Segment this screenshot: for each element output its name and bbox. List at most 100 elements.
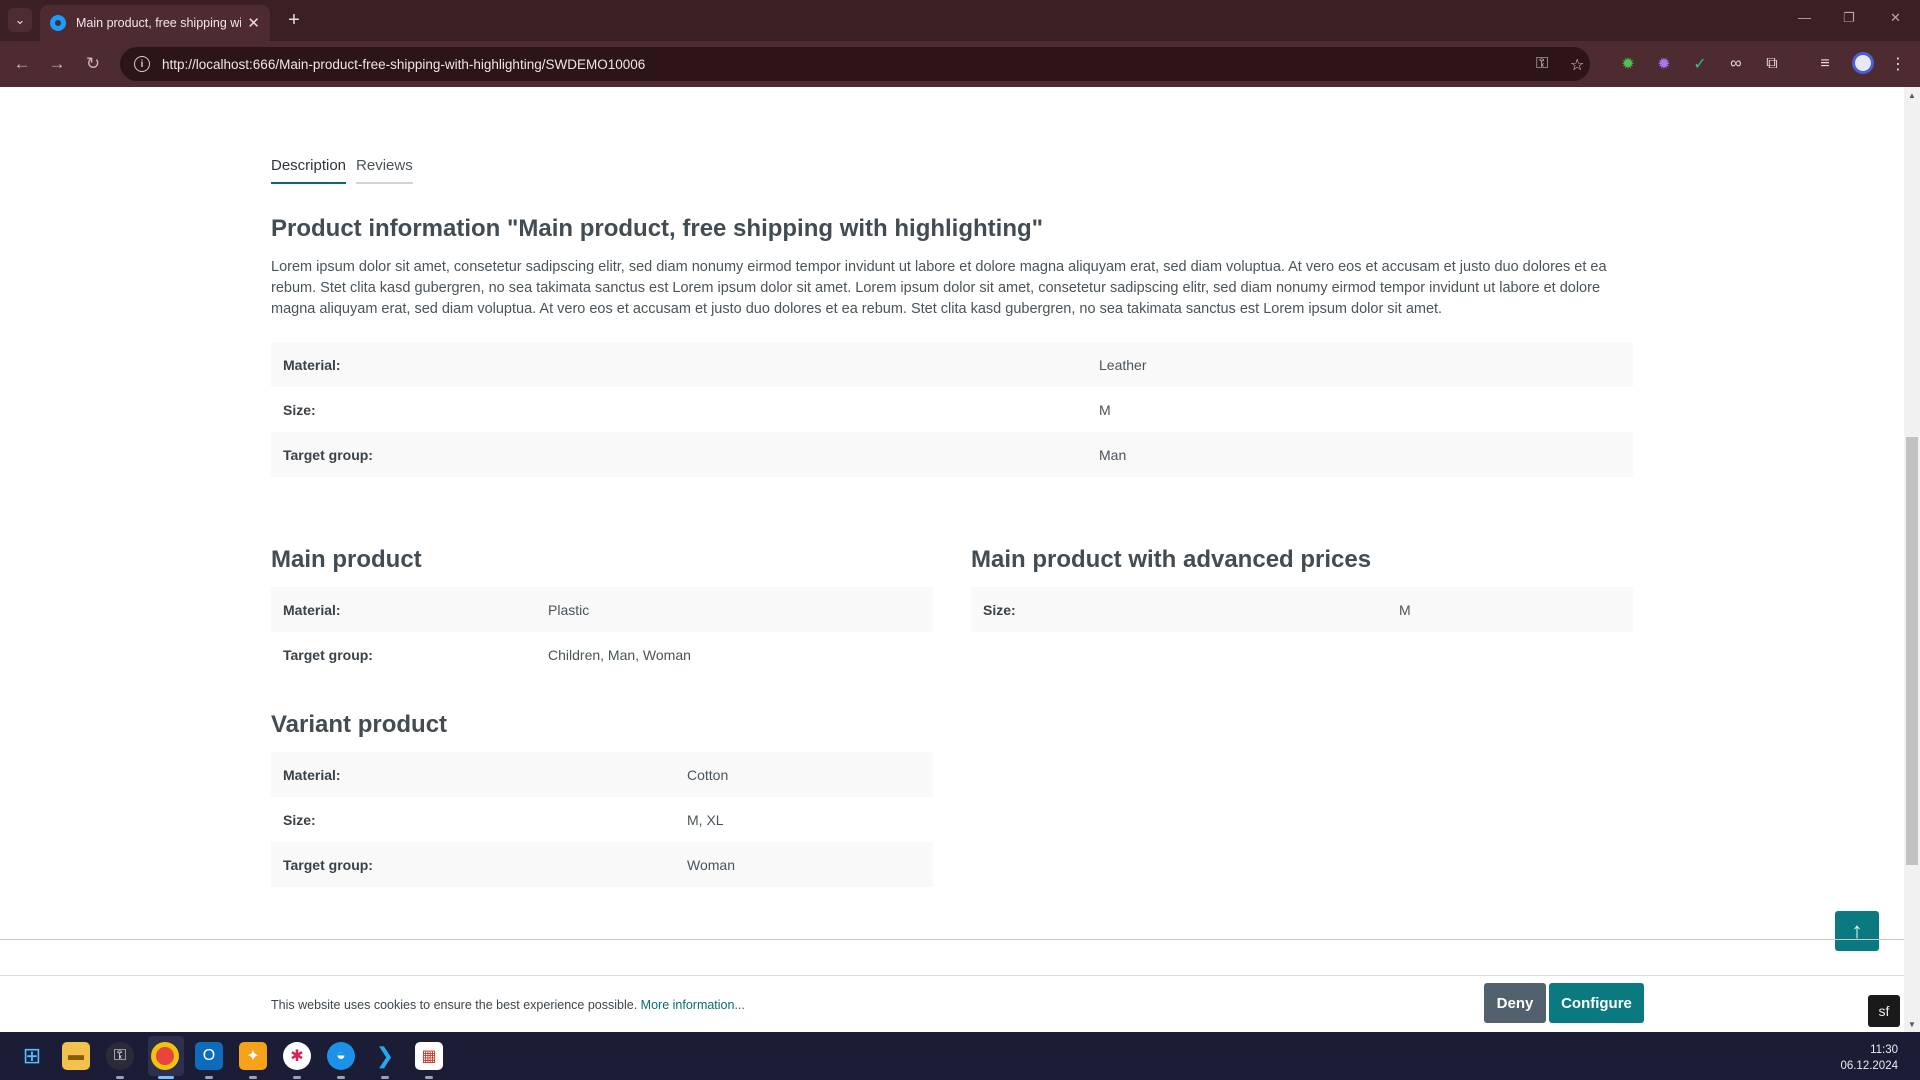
property-label: Target group: (283, 646, 373, 663)
cookie-deny-button[interactable]: Deny (1484, 983, 1546, 1023)
table-row: Material: Cotton (271, 752, 933, 797)
product-info-heading: Product information "Main product, free … (271, 215, 1044, 242)
cookie-configure-button[interactable]: Configure (1549, 983, 1644, 1023)
password-key-icon[interactable]: ⚿ (1536, 55, 1548, 73)
property-value: Woman (675, 842, 933, 887)
restore-icon[interactable]: ❐ (1843, 10, 1855, 26)
table-row: Size: M (971, 587, 1633, 632)
forward-icon[interactable]: → (45, 52, 69, 76)
file-explorer-icon[interactable]: ▬ (62, 1042, 90, 1070)
sticky-app-icon[interactable]: ✦ (239, 1042, 267, 1070)
main-product-properties: Material: Plastic Target group: Children… (271, 587, 933, 677)
property-value: M, XL (687, 811, 724, 828)
cookie-text: This website uses cookies to ensure the … (271, 998, 638, 1012)
chrome-icon[interactable] (151, 1042, 179, 1070)
docker-icon[interactable]: ◒ (327, 1042, 355, 1070)
tool-app-icon[interactable]: ▦ (415, 1042, 443, 1070)
scroll-down-arrow-icon[interactable]: ▼ (1906, 1018, 1918, 1030)
running-indicator (158, 1076, 174, 1079)
running-indicator (337, 1076, 345, 1079)
property-value: Plastic (536, 587, 933, 632)
running-indicator (116, 1076, 124, 1079)
extensions-puzzle-icon[interactable]: ⧉ (1760, 52, 1784, 76)
slack-icon[interactable]: ✱ (283, 1042, 311, 1070)
running-indicator (249, 1076, 257, 1079)
browser-toolbar: ← → ↻ i http://localhost:666/Main-produc… (0, 41, 1920, 87)
password-manager-icon[interactable]: ⚿ (106, 1042, 134, 1070)
cookie-message: This website uses cookies to ensure the … (271, 998, 745, 1012)
property-value: M (1387, 587, 1633, 632)
cookie-more-info-link[interactable]: More information... (641, 998, 745, 1012)
scrollbar-thumb[interactable] (1906, 437, 1918, 865)
arrow-up-icon: ↑ (1851, 918, 1863, 943)
windows-start-icon[interactable]: ⊞ (18, 1042, 46, 1070)
property-label: Target group: (271, 842, 675, 887)
taskbar: ⊞ ▬ ⚿ O ✦ ✱ ◒ ❯ ▦ 11:30 06.12.2024 (0, 1032, 1920, 1080)
favicon-icon (50, 15, 66, 31)
property-value: Children, Man, Woman (548, 646, 691, 663)
symfony-toolbar-icon[interactable]: sf (1868, 995, 1900, 1027)
scroll-to-top-button[interactable]: ↑ (1835, 911, 1879, 951)
property-value: Cotton (675, 752, 933, 797)
property-value: Man (1087, 432, 1633, 477)
site-info-icon[interactable]: i (134, 56, 150, 72)
product-properties-table: Material: Leather Size: M Target group: … (271, 342, 1633, 477)
clock-time: 11:30 (1870, 1044, 1898, 1056)
property-label: Material: (271, 752, 675, 797)
tab-close-icon[interactable]: ✕ (247, 14, 260, 32)
vscode-icon[interactable]: ❯ (371, 1042, 399, 1070)
scroll-up-arrow-icon[interactable]: ▲ (1906, 89, 1918, 101)
product-detail-tabs: Description Reviews (271, 157, 423, 184)
property-label: Material: (271, 342, 1087, 387)
browser-tab[interactable]: Main product, free shipping with highlig… (40, 5, 270, 41)
page-viewport: Description Reviews Product information … (0, 87, 1904, 1032)
media-queue-icon[interactable]: ≡ (1813, 52, 1837, 76)
table-row: Size: M (271, 387, 1633, 432)
property-label: Material: (271, 587, 536, 632)
table-row: Material: Plastic (271, 587, 933, 632)
advanced-prices-heading: Main product with advanced prices (971, 546, 1372, 573)
tab-search-icon[interactable]: ⌄ (8, 8, 32, 32)
tab-reviews[interactable]: Reviews (356, 157, 413, 184)
tab-title: Main product, free shipping with highlig… (76, 16, 241, 30)
product-description-text: Lorem ipsum dolor sit amet, consetetur s… (271, 259, 1607, 317)
bookmark-star-icon[interactable]: ☆ (1570, 55, 1584, 75)
browser-tab-strip: ⌄ Main product, free shipping with highl… (0, 0, 1920, 41)
extension-glasses-icon[interactable]: ∞ (1724, 52, 1748, 76)
minimize-icon[interactable]: — (1798, 10, 1811, 25)
property-value: M (1099, 401, 1111, 418)
profile-avatar[interactable] (1852, 52, 1874, 74)
table-row: Target group: Children, Man, Woman (271, 632, 933, 677)
cookie-banner: This website uses cookies to ensure the … (0, 975, 1904, 1032)
system-clock[interactable]: 11:30 06.12.2024 (1840, 1042, 1898, 1074)
tab-description[interactable]: Description (271, 157, 347, 184)
extension-green-icon[interactable]: ✹ (1616, 52, 1640, 76)
variant-product-properties: Material: Cotton Size: M, XL Target grou… (271, 752, 933, 887)
property-value: Leather (1087, 342, 1633, 387)
table-row: Material: Leather (271, 342, 1633, 387)
extension-check-icon[interactable]: ✓ (1688, 52, 1712, 76)
table-row: Target group: Woman (271, 842, 933, 887)
property-label: Size: (283, 401, 316, 418)
address-bar[interactable]: i http://localhost:666/Main-product-free… (120, 47, 1590, 81)
back-icon[interactable]: ← (10, 52, 34, 76)
running-indicator (293, 1076, 301, 1079)
reload-icon[interactable]: ↻ (81, 52, 105, 76)
running-indicator (205, 1076, 213, 1079)
outlook-icon[interactable]: O (195, 1042, 223, 1070)
clock-date: 06.12.2024 (1840, 1060, 1898, 1072)
url-text: http://localhost:666/Main-product-free-s… (162, 56, 646, 72)
running-indicator (381, 1076, 389, 1079)
new-tab-button[interactable]: + (282, 8, 306, 32)
variant-product-heading: Variant product (271, 711, 448, 738)
extension-purple-icon[interactable]: ✹ (1652, 52, 1676, 76)
advanced-prices-properties: Size: M (971, 587, 1633, 632)
table-row: Target group: Man (271, 432, 1633, 477)
property-label: Target group: (271, 432, 1087, 477)
running-indicator (425, 1076, 433, 1079)
table-row: Size: M, XL (271, 797, 933, 842)
property-label: Size: (971, 587, 1387, 632)
footer-divider (0, 939, 1904, 940)
browser-menu-icon[interactable]: ⋮ (1886, 52, 1910, 76)
close-window-icon[interactable]: ✕ (1890, 10, 1901, 26)
